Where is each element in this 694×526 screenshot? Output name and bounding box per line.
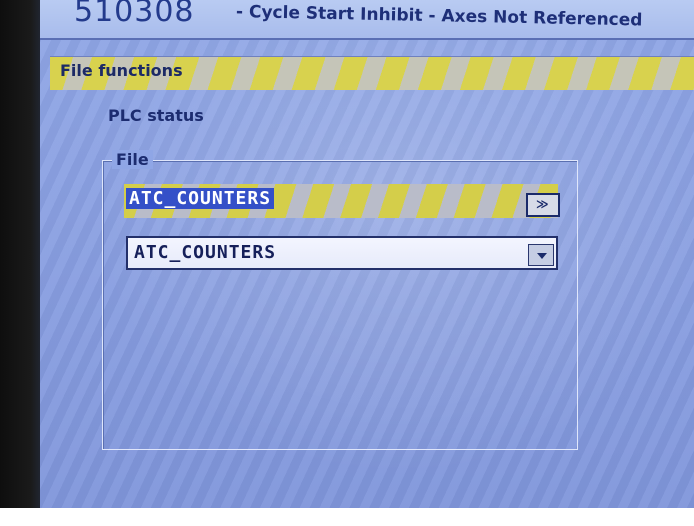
- browse-icon: ≫: [536, 197, 549, 211]
- file-name-input[interactable]: ATC_COUNTERS: [124, 184, 558, 218]
- alarm-code: 510308: [74, 0, 195, 29]
- plc-status-label[interactable]: PLC status: [108, 106, 204, 125]
- alarm-message: - Cycle Start Inhibit - Axes Not Referen…: [235, 2, 643, 31]
- file-group-legend: File: [112, 150, 153, 169]
- alarm-bar: 510308 - Cycle Start Inhibit - Axes Not …: [40, 0, 694, 40]
- browse-button[interactable]: ≫: [526, 193, 560, 217]
- file-select-value: ATC_COUNTERS: [134, 242, 277, 263]
- photo-bottom-edge: [0, 508, 694, 526]
- file-select-combo[interactable]: ATC_COUNTERS: [126, 236, 558, 270]
- panel-title: File functions: [60, 61, 183, 80]
- monitor-bezel-left: [0, 0, 44, 526]
- panel-title-bar: File functions: [50, 56, 694, 90]
- chevron-down-icon[interactable]: [528, 244, 554, 266]
- cnc-screen: 510308 - Cycle Start Inhibit - Axes Not …: [40, 0, 694, 522]
- file-name-input-value: ATC_COUNTERS: [126, 188, 275, 209]
